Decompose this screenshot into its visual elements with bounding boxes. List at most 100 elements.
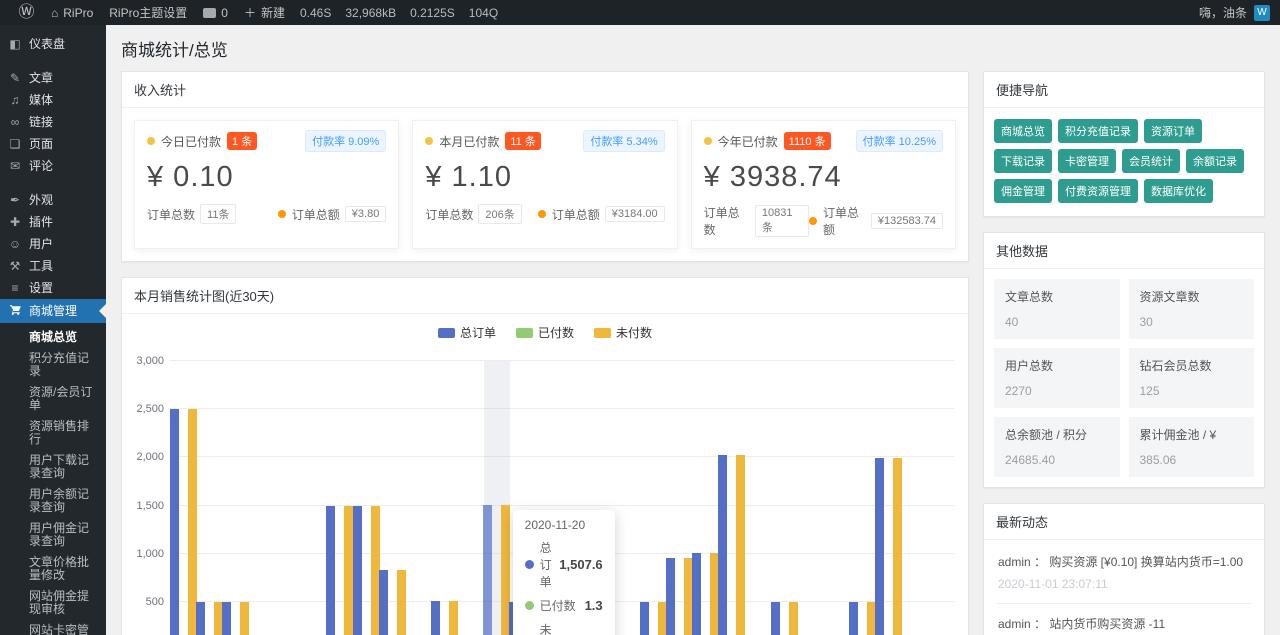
paid-count-badge: 1110 条: [784, 132, 831, 150]
legend-item[interactable]: 总订单: [438, 324, 496, 341]
chart-bar: [718, 455, 727, 635]
sidebar-item-appearance[interactable]: ✒ 外观: [0, 189, 106, 211]
sidebar-item-links[interactable]: ∞链接: [0, 111, 106, 133]
sidebar-item-comments[interactable]: ✉评论: [0, 155, 106, 177]
chart-plot[interactable]: 05001,0001,5002,0002,5003,0002020-11-20总…: [170, 361, 954, 635]
chart-bar: [692, 553, 701, 635]
chart-bar: [483, 505, 492, 635]
sidebar-item-label: 外观: [29, 193, 53, 207]
stat-label: 资源文章数: [1140, 288, 1244, 305]
paid-count-badge: 1 条: [227, 132, 257, 150]
quick-nav-button[interactable]: 积分充值记录: [1058, 119, 1138, 143]
sidebar-item-media[interactable]: ♫媒体: [0, 89, 106, 111]
order-amount-label: 订单总额: [552, 206, 600, 223]
submenu-item[interactable]: 用户下载记录查询: [0, 450, 106, 484]
sidebar-item-tools[interactable]: ⚒工具: [0, 255, 106, 277]
comments-bubble-icon: [203, 8, 216, 18]
quick-nav-button[interactable]: 资源订单: [1144, 119, 1202, 143]
quick-nav-button[interactable]: 数据库优化: [1144, 179, 1213, 203]
submenu-item[interactable]: 资源/会员订单: [0, 382, 106, 416]
payment-rate-badge: 付款率 5.34%: [583, 130, 664, 152]
submenu-item[interactable]: 文章价格批量修改: [0, 552, 106, 586]
quick-nav-button[interactable]: 余额记录: [1186, 149, 1244, 173]
chart-bar: [849, 602, 858, 635]
sidebar-item-settings[interactable]: ≡设置: [0, 277, 106, 299]
stat-label: 累计佣金池 / ¥: [1140, 426, 1244, 443]
brush-icon: ✒: [8, 193, 22, 207]
quick-nav-button[interactable]: 会员统计: [1122, 149, 1180, 173]
stat-value: 2270: [1005, 384, 1109, 398]
sidebar-item-label: 设置: [29, 281, 53, 295]
performance-stat: 32,968kB: [338, 6, 403, 20]
sidebar-item-label: 商城管理: [29, 304, 77, 318]
legend-label: 未付数: [616, 324, 652, 341]
gridline: [170, 408, 954, 409]
chart-bar: [196, 602, 205, 635]
quick-nav-button[interactable]: 佣金管理: [994, 179, 1052, 203]
income-panel-title: 收入统计: [122, 72, 968, 108]
chart-bar: [893, 458, 902, 635]
site-link[interactable]: ⌂ RiPro: [43, 0, 101, 25]
submenu-item[interactable]: 用户佣金记录查询: [0, 518, 106, 552]
total-dot-icon: [809, 217, 817, 225]
tooltip-series-label: 总订单: [540, 539, 560, 590]
stat-box: 钻石会员总数125: [1129, 348, 1255, 408]
submenu-item[interactable]: 网站卡密管理: [0, 620, 106, 635]
new-content-button[interactable]: ＋ 新建: [236, 0, 293, 25]
cart-icon: [8, 303, 22, 319]
sidebar-item-pages[interactable]: ❏页面: [0, 133, 106, 155]
sidebar-item-shop[interactable]: 商城管理: [0, 299, 106, 323]
income-card-label: 今日已付款: [161, 133, 221, 150]
comments-link[interactable]: 0: [195, 0, 236, 25]
order-amount-group: 订单总额¥3.80: [278, 206, 387, 223]
income-card: 今日已付款1 条付款率 9.09%¥ 0.10订单总数11条订单总额¥3.80: [134, 120, 399, 249]
sidebar-item-dashboard[interactable]: ◧仪表盘: [0, 33, 106, 55]
gridline: [170, 456, 954, 457]
legend-item[interactable]: 未付数: [594, 324, 652, 341]
chart-bar: [431, 601, 440, 635]
main-content: 商城统计/总览 收入统计 今日已付款1 条付款率 9.09%¥ 0.10订单总数…: [106, 25, 1280, 635]
sidebar-item-posts[interactable]: ✎文章: [0, 67, 106, 89]
theme-settings-link[interactable]: RiPro主题设置: [101, 0, 195, 25]
chart-bar: [789, 602, 798, 635]
wordpress-menu-button[interactable]: Ⓦ: [10, 0, 43, 25]
performance-stat: 0.2125S: [403, 6, 462, 20]
chart-bar: [666, 558, 675, 635]
pin-icon: ✎: [8, 71, 22, 85]
chart-bar: [640, 602, 649, 635]
income-card: 今年已付款1110 条付款率 10.25%¥ 3938.74订单总数10831条…: [691, 120, 956, 249]
sidebar-item-label: 仪表盘: [29, 37, 65, 51]
submenu-item[interactable]: 商城总览: [0, 327, 106, 348]
tools-icon: ⚒: [8, 259, 22, 273]
submenu-item[interactable]: 用户余额记录查询: [0, 484, 106, 518]
income-amount: ¥ 3938.74: [704, 161, 943, 194]
submenu-item[interactable]: 积分充值记录: [0, 348, 106, 382]
income-card: 本月已付款11 条付款率 5.34%¥ 1.10订单总数206条订单总额¥318…: [412, 120, 677, 249]
tooltip-series-dot: [525, 601, 534, 610]
sidebar-item-label: 链接: [29, 115, 53, 129]
paid-count-badge: 11 条: [505, 132, 540, 150]
stat-label: 用户总数: [1005, 357, 1109, 374]
sidebar-item-plugins[interactable]: ✚插件: [0, 211, 106, 233]
user-greeting[interactable]: 嗨，油条: [1199, 4, 1247, 21]
performance-stats: 0.46S32,968kB0.2125S104Q: [293, 6, 505, 20]
income-card-header: 本月已付款11 条付款率 5.34%: [425, 130, 664, 152]
orders-total-value: 10831条: [755, 205, 809, 237]
quick-nav-button[interactable]: 付费资源管理: [1058, 179, 1138, 203]
stat-box: 文章总数40: [994, 279, 1120, 339]
chart-bar: [222, 602, 231, 635]
stat-value: 385.06: [1140, 453, 1244, 467]
sidebar-item-users[interactable]: ☺用户: [0, 233, 106, 255]
activity-panel: 最新动态 admin ： 购买资源 [¥0.10] 换算站内货币=1.00202…: [983, 503, 1265, 635]
quick-nav-button[interactable]: 卡密管理: [1058, 149, 1116, 173]
stat-label: 文章总数: [1005, 288, 1109, 305]
quick-nav-button[interactable]: 商城总览: [994, 119, 1052, 143]
legend-item[interactable]: 已付数: [516, 324, 574, 341]
quick-nav-button[interactable]: 下载记录: [994, 149, 1052, 173]
stat-box: 总余额池 / 积分24685.40: [994, 417, 1120, 477]
tooltip-series-label: 已付数: [540, 597, 576, 614]
submenu-item[interactable]: 网站佣金提现审核: [0, 586, 106, 620]
avatar[interactable]: W: [1254, 5, 1270, 21]
submenu-item[interactable]: 资源销售排行: [0, 416, 106, 450]
order-amount-label: 订单总额: [823, 204, 866, 238]
